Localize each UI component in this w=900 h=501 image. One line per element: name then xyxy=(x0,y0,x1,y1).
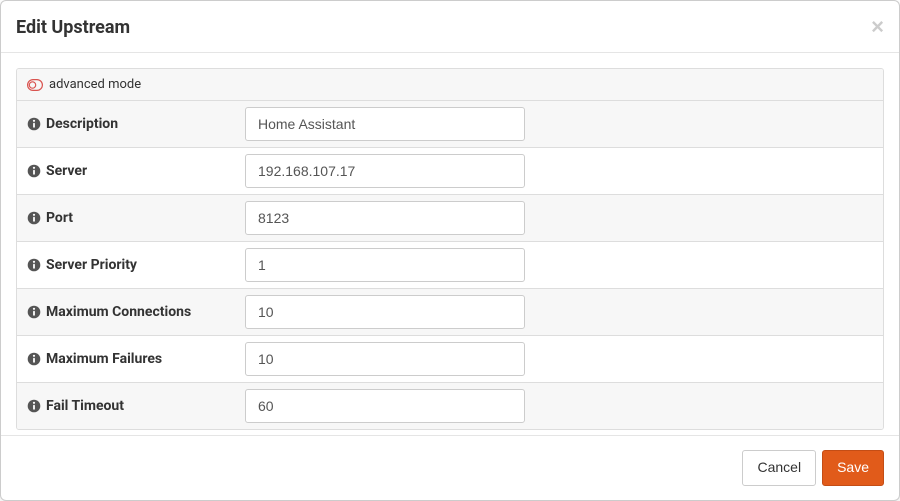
modal-header: Edit Upstream × xyxy=(1,1,899,53)
info-icon[interactable] xyxy=(27,164,41,178)
info-icon[interactable] xyxy=(27,305,41,319)
info-icon[interactable] xyxy=(27,352,41,366)
row-server: Server xyxy=(17,147,883,194)
label-text: Server Priority xyxy=(46,257,137,273)
label-description: Description xyxy=(27,116,245,132)
form-section: advanced mode Description xyxy=(16,68,884,430)
label-text: Fail Timeout xyxy=(46,398,124,414)
save-button[interactable]: Save xyxy=(822,450,884,486)
label-port: Port xyxy=(27,210,245,226)
modal-title: Edit Upstream xyxy=(16,17,130,38)
cancel-button[interactable]: Cancel xyxy=(742,450,816,486)
row-max-connections: Maximum Connections xyxy=(17,288,883,335)
label-fail-timeout: Fail Timeout xyxy=(27,398,245,414)
info-icon[interactable] xyxy=(27,117,41,131)
label-text: Description xyxy=(46,116,118,132)
label-server: Server xyxy=(27,163,245,179)
label-text: Maximum Connections xyxy=(46,304,191,320)
label-text: Maximum Failures xyxy=(46,351,162,367)
advanced-mode-toggle[interactable]: advanced mode xyxy=(17,69,883,101)
label-max-failures: Maximum Failures xyxy=(27,351,245,367)
description-input[interactable] xyxy=(245,107,525,141)
row-port: Port xyxy=(17,194,883,241)
max-failures-input[interactable] xyxy=(245,342,525,376)
info-icon[interactable] xyxy=(27,399,41,413)
label-text: Server xyxy=(46,163,87,179)
info-icon[interactable] xyxy=(27,258,41,272)
label-max-connections: Maximum Connections xyxy=(27,304,245,320)
max-connections-input[interactable] xyxy=(245,295,525,329)
edit-upstream-modal: Edit Upstream × advanced mode xyxy=(0,0,900,501)
row-description: Description xyxy=(17,101,883,147)
close-icon: × xyxy=(871,14,884,39)
server-priority-input[interactable] xyxy=(245,248,525,282)
advanced-mode-label: advanced mode xyxy=(49,77,141,92)
modal-footer: Cancel Save xyxy=(1,435,899,500)
port-input[interactable] xyxy=(245,201,525,235)
info-icon[interactable] xyxy=(27,211,41,225)
modal-body: advanced mode Description xyxy=(1,53,899,435)
row-max-failures: Maximum Failures xyxy=(17,335,883,382)
label-text: Port xyxy=(46,210,73,226)
row-fail-timeout: Fail Timeout xyxy=(17,382,883,429)
row-server-priority: Server Priority xyxy=(17,241,883,288)
close-button[interactable]: × xyxy=(871,16,884,38)
toggle-off-icon xyxy=(27,79,43,91)
server-input[interactable] xyxy=(245,154,525,188)
fail-timeout-input[interactable] xyxy=(245,389,525,423)
label-server-priority: Server Priority xyxy=(27,257,245,273)
